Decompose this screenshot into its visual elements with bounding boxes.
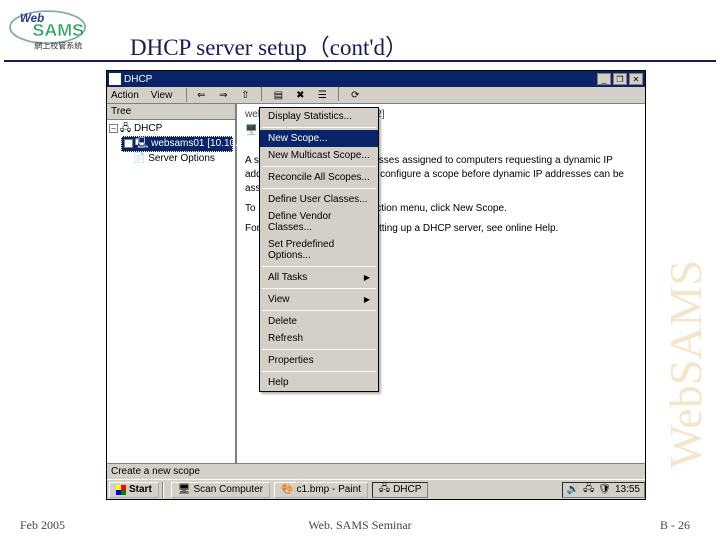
up-icon[interactable]: ⇧ xyxy=(237,87,253,103)
context-menu-separator xyxy=(262,288,376,289)
taskbar-dhcp[interactable]: 🖧 DHCP xyxy=(372,482,429,498)
context-menu-item[interactable]: Properties xyxy=(260,352,378,369)
submenu-arrow-icon: ▶ xyxy=(364,295,370,304)
context-menu-item[interactable]: Help xyxy=(260,374,378,391)
maximize-button[interactable]: ❐ xyxy=(613,73,627,85)
tray-icon-1[interactable]: 🔊 xyxy=(567,484,579,495)
context-menu-item[interactable]: Refresh xyxy=(260,330,378,347)
tree-root[interactable]: –🖧 DHCP xyxy=(109,122,233,136)
tree-server-options[interactable]: 📄 Server Options xyxy=(133,152,233,166)
logo-sams: SAMS xyxy=(32,20,84,40)
context-menu-label: New Multicast Scope... xyxy=(268,150,370,161)
tray-icon-2[interactable]: 🖧 xyxy=(583,481,594,498)
logo: Web SAMS 網上校管系統 xyxy=(6,4,116,54)
taskbar: Start 🖥 Scan Computer 🎨 c1.bmp - Paint 🖧… xyxy=(107,479,645,499)
tray-icon-3[interactable]: 🛡 xyxy=(598,484,611,495)
tree-pane: Tree –🖧 DHCP –🖳 websams01 [10.10.1.1] 📄 … xyxy=(107,104,237,470)
submenu-arrow-icon: ▶ xyxy=(364,273,370,282)
context-menu-separator xyxy=(262,349,376,350)
context-menu-label: Delete xyxy=(268,316,297,327)
windows-icon xyxy=(116,485,126,495)
context-menu-label: New Scope... xyxy=(268,133,327,144)
dhcp-window: DHCP _ ❐ ✕ Action View ⇐ ⇒ ⇧ ▤ ✖ ☰ ⟳ xyxy=(106,70,646,500)
close-button[interactable]: ✕ xyxy=(629,73,643,85)
context-menu-label: View xyxy=(268,294,290,305)
footer-center: Web. SAMS Seminar xyxy=(308,518,411,533)
footer-date: Feb 2005 xyxy=(20,518,65,533)
context-menu-label: Define User Classes... xyxy=(268,194,367,205)
slide-footer: Feb 2005 Web. SAMS Seminar B - 26 xyxy=(0,514,720,536)
window-title: DHCP xyxy=(124,74,152,85)
statusbar: Create a new scope xyxy=(107,463,645,479)
menubar: Action View ⇐ ⇒ ⇧ ▤ ✖ ☰ ⟳ xyxy=(107,87,645,104)
context-menu-item[interactable]: Delete xyxy=(260,313,378,330)
back-icon[interactable]: ⇐ xyxy=(193,87,209,103)
context-menu-label: Refresh xyxy=(268,333,303,344)
forward-icon[interactable]: ⇒ xyxy=(215,87,231,103)
context-menu-label: All Tasks xyxy=(268,272,307,283)
taskbar-paint[interactable]: 🎨 c1.bmp - Paint xyxy=(274,482,368,498)
context-menu-label: Define Vendor Classes... xyxy=(268,211,370,233)
context-menu-item[interactable]: Define User Classes... xyxy=(260,191,378,208)
start-button[interactable]: Start xyxy=(109,482,159,498)
delete-icon[interactable]: ✖ xyxy=(292,87,308,103)
context-menu-separator xyxy=(262,310,376,311)
context-menu-item[interactable]: View ▶ xyxy=(260,291,378,308)
context-menu-separator xyxy=(262,266,376,267)
watermark-text: WebSAMS xyxy=(659,260,712,468)
clock: 13:55 xyxy=(615,484,640,495)
system-tray[interactable]: 🔊 🖧 🛡 13:55 xyxy=(562,482,645,498)
statusbar-text: Create a new scope xyxy=(111,466,200,477)
context-menu-label: Properties xyxy=(268,355,314,366)
menu-action[interactable]: Action xyxy=(111,90,139,101)
context-menu[interactable]: Display Statistics... New Scope... New Mul… xyxy=(259,107,379,392)
context-menu-item[interactable]: Display Statistics... xyxy=(260,108,378,125)
context-menu-item[interactable]: Define Vendor Classes... xyxy=(260,208,378,236)
list-icon[interactable]: ▤ xyxy=(270,87,286,103)
context-menu-label: Display Statistics... xyxy=(268,111,352,122)
context-menu-separator xyxy=(262,127,376,128)
minimize-button[interactable]: _ xyxy=(597,73,611,85)
context-menu-item[interactable]: All Tasks ▶ xyxy=(260,269,378,286)
context-menu-item[interactable]: New Multicast Scope... xyxy=(260,147,378,164)
context-menu-separator xyxy=(262,188,376,189)
logo-sub: 網上校管系統 xyxy=(34,41,82,51)
footer-page: B - 26 xyxy=(660,518,690,533)
slide-title: DHCP server setup（cont'd） xyxy=(130,28,408,62)
context-menu-item[interactable]: New Scope... xyxy=(260,130,378,147)
context-menu-label: Help xyxy=(268,377,289,388)
app-icon xyxy=(109,73,121,85)
context-menu-item[interactable]: Set Predefined Options... xyxy=(260,236,378,264)
properties-icon[interactable]: ☰ xyxy=(314,87,330,103)
menu-view[interactable]: View xyxy=(151,90,173,101)
taskbar-scan[interactable]: 🖥 Scan Computer xyxy=(171,482,270,498)
refresh-icon[interactable]: ⟳ xyxy=(347,87,363,103)
context-menu-label: Reconcile All Scopes... xyxy=(268,172,370,183)
context-menu-item[interactable]: Reconcile All Scopes... xyxy=(260,169,378,186)
context-menu-separator xyxy=(262,371,376,372)
context-menu-label: Set Predefined Options... xyxy=(268,239,370,261)
tree-server-selected[interactable]: –🖳 websams01 [10.10.1.1] xyxy=(121,136,233,152)
window-titlebar[interactable]: DHCP _ ❐ ✕ xyxy=(107,71,645,87)
title-underline xyxy=(4,60,716,62)
context-menu-separator xyxy=(262,166,376,167)
tree-header: Tree xyxy=(107,104,235,120)
